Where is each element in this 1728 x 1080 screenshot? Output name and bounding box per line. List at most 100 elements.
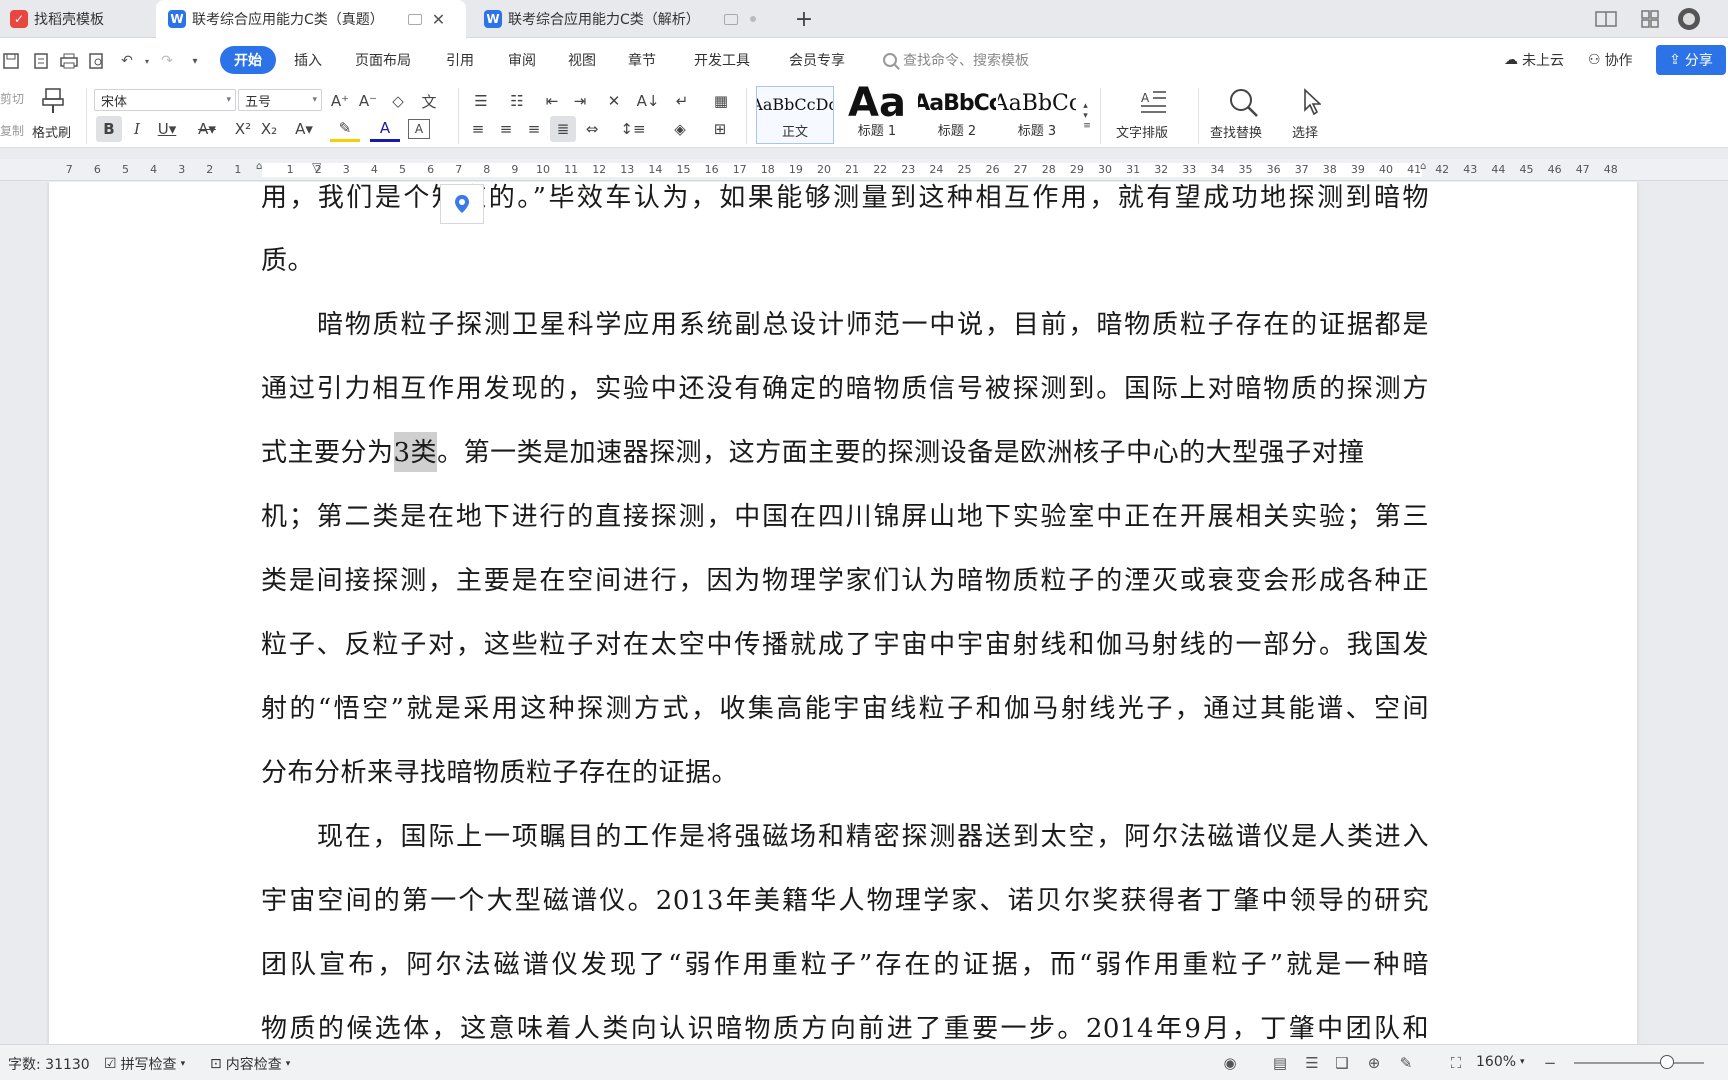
save-icon[interactable]: [0, 50, 22, 72]
location-pin-popup[interactable]: [440, 184, 484, 224]
char-border-icon[interactable]: A: [408, 119, 430, 139]
write-mode-icon[interactable]: ✎: [1396, 1053, 1416, 1073]
italic-icon[interactable]: I: [126, 116, 148, 142]
close-tab-icon[interactable]: ✕: [432, 10, 445, 29]
zoom-slider[interactable]: [1574, 1062, 1704, 1064]
redo-icon[interactable]: ↷: [156, 50, 178, 72]
table-tools-icon[interactable]: ▦: [708, 88, 734, 114]
highlighted-text[interactable]: 3类: [393, 432, 438, 472]
strikethrough-icon[interactable]: A▾: [192, 116, 222, 142]
monitor-icon[interactable]: [723, 13, 738, 25]
print-preview-icon[interactable]: [86, 50, 108, 72]
menu-insert[interactable]: 插入: [294, 50, 322, 70]
paragraph-line[interactable]: 类是间接探测，主要是在空间进行，因为物理学家们认为暗物质粒子的湮灭或衰变会形成各…: [261, 560, 1429, 600]
paragraph-line[interactable]: 机；第二类是在地下进行的直接探测，中国在四川锦屏山地下实验室中正在开展相关实验；…: [261, 496, 1429, 536]
shrink-font-icon[interactable]: A⁻: [356, 88, 380, 114]
collab-button[interactable]: ⚇ 协作: [1588, 50, 1633, 70]
format-painter-label[interactable]: 格式刷: [32, 122, 71, 141]
subscript-icon[interactable]: X₂: [258, 116, 280, 142]
align-left-icon[interactable]: ≡: [466, 116, 490, 142]
paragraph-line[interactable]: 粒子、反粒子对，这些粒子对在太空中传播就成了宇宙中宇宙射线和伽马射线的一部分。我…: [261, 624, 1429, 664]
menu-page-layout[interactable]: 页面布局: [355, 50, 411, 70]
web-view-icon[interactable]: ⊕: [1364, 1053, 1384, 1073]
horizontal-ruler[interactable]: 7 6 5 4 3 2 1 1 2 3 4 5 6 7 8 9 10 11 12 13 14 15 16 17 18 19 20 21…: [0, 159, 1728, 181]
paragraph-line[interactable]: 式主要分为 3类 。第一类是加速器探测，这方面主要的探测设备是欧洲核子中心的大型…: [261, 432, 1429, 472]
share-button[interactable]: ⇪ 分享: [1656, 45, 1726, 75]
window-layout-icon[interactable]: [1594, 8, 1618, 30]
menu-member[interactable]: 会员专享: [789, 50, 845, 70]
spell-check-button[interactable]: ☑ 拼写检查 ▾: [104, 1054, 185, 1074]
text-layout-icon[interactable]: A: [1108, 88, 1198, 114]
outline-view-icon[interactable]: ☰: [1302, 1053, 1322, 1073]
new-tab-plus-icon[interactable]: +: [792, 7, 816, 32]
print-icon[interactable]: [58, 50, 80, 72]
sort-icon[interactable]: A↓: [636, 88, 660, 114]
avatar[interactable]: [1676, 8, 1702, 30]
grow-font-icon[interactable]: A⁺: [328, 88, 352, 114]
zoom-slider-thumb[interactable]: [1660, 1055, 1674, 1069]
word-count[interactable]: 字数: 31130: [8, 1054, 90, 1074]
font-size-select[interactable]: 五号 ▾: [238, 89, 322, 111]
tab-templates[interactable]: ✓ 找稻壳模板: [10, 0, 104, 38]
highlight-icon[interactable]: ✎: [330, 116, 360, 142]
paragraph-line[interactable]: 分布分析来寻找暗物质粒子存在的证据。: [261, 752, 1429, 792]
select-cursor-icon[interactable]: [1296, 86, 1326, 118]
show-marks-icon[interactable]: ↵: [668, 88, 696, 114]
font-name-select[interactable]: 宋体 ▾: [94, 89, 236, 111]
line-spacing-icon[interactable]: ↕≡: [616, 116, 650, 142]
align-center-icon[interactable]: ≡: [494, 116, 518, 142]
tab-exam-questions[interactable]: W 联考综合应用能力C类（真题） ✕: [156, 0, 466, 38]
indent-marker-icon[interactable]: ⌂: [256, 161, 262, 172]
find-replace-icon[interactable]: [1226, 86, 1262, 118]
paragraph-line[interactable]: 用，我们是个知道的。”毕效车认为，如果能够测量到这种相互作用，就有望成功地探测到…: [261, 182, 1429, 217]
menu-start-tab[interactable]: 开始: [220, 46, 276, 74]
align-right-icon[interactable]: ≡: [522, 116, 546, 142]
increase-indent-icon[interactable]: ⇥: [568, 88, 592, 114]
bold-icon[interactable]: B: [96, 116, 122, 142]
command-search[interactable]: 查找命令、搜索模板: [883, 50, 1029, 70]
distribute-icon[interactable]: ⇔: [580, 116, 604, 142]
find-replace-label[interactable]: 查找替换: [1210, 122, 1262, 141]
undo-dropdown-icon[interactable]: ▾: [136, 50, 158, 72]
zoom-level[interactable]: 160% ▾: [1476, 1054, 1525, 1070]
underline-icon[interactable]: U▾: [152, 116, 182, 142]
select-label[interactable]: 选择: [1292, 122, 1318, 141]
text-layout-label[interactable]: 文字排版: [1116, 122, 1168, 141]
menu-view[interactable]: 视图: [568, 50, 596, 70]
export-pdf-icon[interactable]: [30, 50, 52, 72]
cut-button[interactable]: 剪切: [0, 90, 24, 107]
first-line-indent-icon[interactable]: ▽: [312, 160, 321, 174]
monitor-icon[interactable]: [407, 13, 422, 25]
paragraph-line[interactable]: 团队宣布，阿尔法磁谱仪发现了“弱作用重粒子”存在的证据，而“弱作用重粒子”就是一…: [261, 944, 1429, 984]
grid-apps-icon[interactable]: [1638, 8, 1662, 30]
justify-icon[interactable]: ≣: [550, 116, 576, 142]
page-view-icon[interactable]: ▤: [1270, 1053, 1290, 1073]
font-color-icon[interactable]: A: [370, 116, 400, 142]
clear-format-icon[interactable]: ◇: [386, 88, 410, 114]
paragraph-line[interactable]: 物质的候选体，这意味着人类向认识暗物质方向前进了重要一步。2014年9月，丁肇中…: [261, 1008, 1429, 1044]
copy-button[interactable]: 复制: [0, 122, 24, 139]
tab-exam-analysis[interactable]: W 联考综合应用能力C类（解析）: [484, 0, 756, 38]
chinese-layout-icon[interactable]: ✕: [600, 88, 628, 114]
undo-icon[interactable]: ↶: [116, 50, 138, 72]
phonetic-guide-icon[interactable]: 文: [414, 88, 444, 114]
styles-scroll-icon[interactable]: ▴ ▾ ≡: [1080, 88, 1094, 144]
style-heading-3[interactable]: AaBbCc 标题 3: [998, 86, 1076, 144]
customize-qa-icon[interactable]: ▾: [184, 50, 206, 72]
style-normal[interactable]: AaBbCcDd 正文: [756, 86, 834, 144]
paragraph-line[interactable]: 质。: [261, 240, 1429, 280]
style-heading-2[interactable]: AaBbCc 标题 2: [918, 86, 996, 144]
paragraph-line[interactable]: 现在，国际上一项瞩目的工作是将强磁场和精密探测器送到太空，阿尔法磁谱仪是人类进入: [261, 816, 1429, 856]
menu-review[interactable]: 审阅: [508, 50, 536, 70]
shading-icon[interactable]: ◈: [664, 116, 696, 142]
cloud-status[interactable]: ☁ 未上云: [1504, 50, 1564, 70]
style-heading-1[interactable]: Aa 标题 1: [838, 86, 916, 144]
text-effect-icon[interactable]: A▾: [290, 116, 318, 142]
decrease-indent-icon[interactable]: ⇤: [540, 88, 564, 114]
numbered-list-icon[interactable]: ☷: [502, 88, 532, 114]
document-page[interactable]: 用，我们是个知道的。”毕效车认为，如果能够测量到这种相互作用，就有望成功地探测到…: [49, 182, 1637, 1044]
fit-page-icon[interactable]: ⛶: [1446, 1053, 1466, 1073]
content-check-button[interactable]: ⊡ 内容检查 ▾: [210, 1054, 290, 1074]
zoom-out-icon[interactable]: −: [1540, 1053, 1560, 1073]
paragraph-line[interactable]: 通过引力相互作用发现的，实验中还没有确定的暗物质信号被探测到。国际上对暗物质的探…: [261, 368, 1429, 408]
